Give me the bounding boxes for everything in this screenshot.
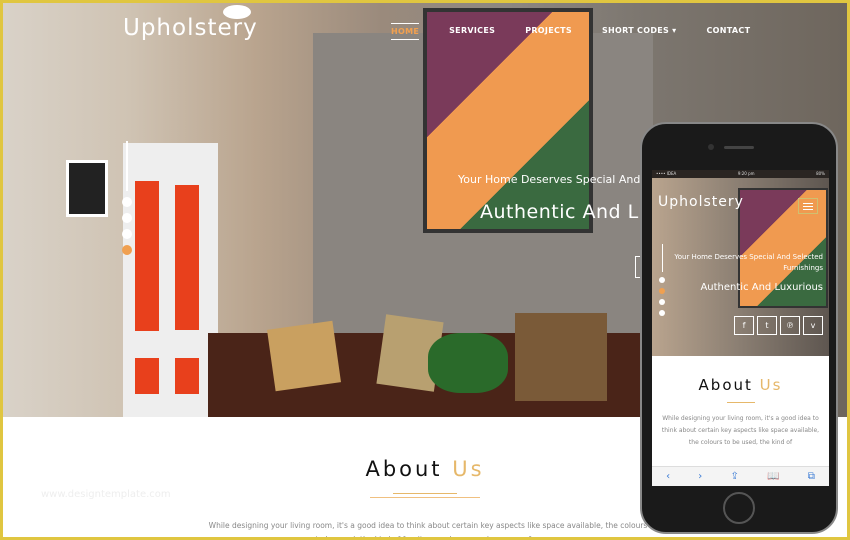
divider bbox=[393, 493, 457, 494]
site-logo[interactable]: Upholstery bbox=[123, 15, 258, 41]
slider-line bbox=[126, 141, 128, 191]
time: 9:20 pm bbox=[737, 171, 755, 176]
vimeo-icon[interactable]: v bbox=[803, 316, 823, 335]
slider-dot-active[interactable] bbox=[122, 245, 132, 255]
social-links: f t ℗ v bbox=[734, 316, 823, 335]
about-title-main: About bbox=[365, 457, 443, 481]
slider-dot[interactable] bbox=[659, 299, 665, 305]
carrier: •••• IDEA bbox=[656, 171, 677, 176]
about-title-accent: Us bbox=[452, 457, 485, 481]
slider-dot[interactable] bbox=[122, 213, 132, 223]
share-icon[interactable]: ⇪ bbox=[731, 471, 739, 482]
nav-contact[interactable]: CONTACT bbox=[707, 23, 751, 40]
phone-hero: Upholstery Your Home Deserves Special An… bbox=[652, 178, 829, 356]
slider-dot[interactable] bbox=[122, 229, 132, 239]
slider-dot-active[interactable] bbox=[659, 288, 665, 294]
tabs-icon[interactable]: ⧉ bbox=[808, 471, 815, 482]
slider-dot[interactable] bbox=[659, 310, 665, 316]
nav-short-codes[interactable]: SHORT CODES ▾ bbox=[602, 23, 677, 40]
phone-logo[interactable]: Upholstery bbox=[658, 194, 744, 210]
phone-slider-dots bbox=[659, 244, 665, 316]
nav-projects[interactable]: PROJECTS bbox=[525, 23, 572, 40]
forward-icon[interactable]: › bbox=[698, 471, 702, 482]
phone-hero-title: Authentic And Luxurious bbox=[700, 282, 823, 293]
watermark: www.designtemplate.com bbox=[41, 489, 171, 500]
about-title-accent: Us bbox=[759, 376, 783, 394]
facebook-icon[interactable]: f bbox=[734, 316, 754, 335]
phone-about-text: While designing your living room, it's a… bbox=[661, 415, 820, 446]
battery: 80% bbox=[816, 171, 825, 176]
camera bbox=[708, 144, 714, 150]
about-title-main: About bbox=[698, 376, 753, 394]
home-button[interactable] bbox=[723, 492, 755, 524]
main-nav: HOME SERVICES PROJECTS SHORT CODES ▾ CON… bbox=[391, 23, 780, 40]
slider-dot[interactable] bbox=[659, 277, 665, 283]
pinterest-icon[interactable]: ℗ bbox=[780, 316, 800, 335]
phone-hero-subtitle: Your Home Deserves Special And Selected … bbox=[674, 253, 823, 272]
divider bbox=[370, 497, 480, 498]
back-icon[interactable]: ‹ bbox=[666, 471, 670, 482]
nav-home[interactable]: HOME bbox=[391, 23, 420, 40]
slider-dot[interactable] bbox=[122, 197, 132, 207]
phone-mockup: •••• IDEA 9:20 pm 80% Upholstery Your Ho… bbox=[640, 122, 838, 534]
twitter-icon[interactable]: t bbox=[757, 316, 777, 335]
browser-toolbar: ‹ › ⇪ 📖 ⧉ bbox=[652, 466, 829, 486]
status-bar: •••• IDEA 9:20 pm 80% bbox=[652, 170, 829, 178]
phone-screen: •••• IDEA 9:20 pm 80% Upholstery Your Ho… bbox=[652, 170, 829, 486]
nav-services[interactable]: SERVICES bbox=[449, 23, 495, 40]
speaker bbox=[724, 146, 754, 149]
slider-dots bbox=[122, 141, 132, 255]
about-text: While designing your living room, it's a… bbox=[208, 521, 648, 537]
hamburger-menu-icon[interactable] bbox=[798, 198, 818, 214]
phone-about-title: About Us bbox=[652, 356, 829, 394]
bookmarks-icon[interactable]: 📖 bbox=[767, 471, 779, 482]
